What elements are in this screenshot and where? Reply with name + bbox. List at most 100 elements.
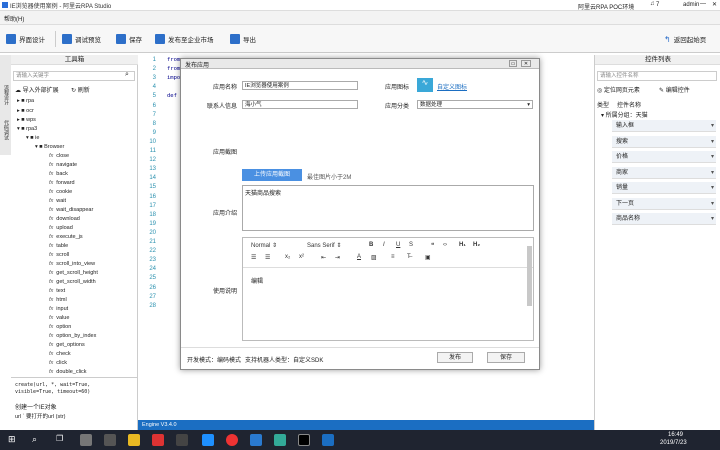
function-item[interactable]: fx get_scroll_height <box>49 270 98 276</box>
indent-icon[interactable]: ⇥ <box>335 254 340 261</box>
minimize-icon[interactable]: ▭ <box>509 60 517 67</box>
function-item[interactable]: fx execute_js <box>49 234 83 240</box>
app-icon[interactable] <box>104 434 116 446</box>
control-search-input[interactable]: 请输入控件名称 <box>597 71 717 81</box>
function-item[interactable]: fx close <box>49 153 69 159</box>
folder-icon[interactable] <box>128 434 140 446</box>
windows-start-icon[interactable]: ⊞ <box>8 434 16 445</box>
ordered-list-icon[interactable]: ☰ <box>251 254 256 261</box>
heading2-icon[interactable]: H₂ <box>473 242 480 248</box>
function-item[interactable]: fx download <box>49 216 80 222</box>
control-item[interactable]: 商品名称 <box>612 213 716 225</box>
rpa-studio-icon[interactable] <box>322 434 334 446</box>
category-select[interactable]: 数据处理 ▾ <box>417 100 533 109</box>
custom-icon-link[interactable]: 自定义图标 <box>437 82 467 91</box>
app-icon-preview[interactable]: ∿ <box>417 78 433 92</box>
intro-textarea[interactable]: 天猫商品搜索 <box>242 185 534 231</box>
minimize-icon[interactable]: — <box>700 1 706 7</box>
debug-preview-button[interactable]: 调试预览 <box>62 31 101 47</box>
function-item[interactable]: fx back <box>49 171 68 177</box>
quote-icon[interactable]: ❝ <box>431 242 434 249</box>
tree-ie[interactable]: ▾ ■ ie <box>26 135 39 141</box>
app-icon[interactable] <box>152 434 164 446</box>
task-view-icon[interactable]: ❐ <box>56 434 63 443</box>
font-select[interactable]: Sans Serif ⇕ <box>307 242 341 249</box>
app-icon[interactable] <box>80 434 92 446</box>
function-item[interactable]: fx navigate <box>49 162 77 168</box>
function-item[interactable]: fx html <box>49 297 67 303</box>
publish-button[interactable]: 发布至企业市场 <box>155 31 214 47</box>
function-item[interactable]: fx click <box>49 360 67 366</box>
highlight-icon[interactable]: ▨ <box>371 254 377 261</box>
control-item[interactable]: 搜索 <box>612 135 716 148</box>
function-item[interactable]: fx wait <box>49 198 66 204</box>
save-button[interactable]: 保存 <box>116 31 142 47</box>
ie-icon[interactable] <box>202 434 214 446</box>
editor-scrollbar[interactable] <box>527 246 532 306</box>
format-select[interactable]: Normal ⇕ <box>251 242 277 249</box>
search-icon[interactable]: ⌕ <box>125 71 129 79</box>
save-button[interactable]: 保存 <box>487 352 525 363</box>
font-color-icon[interactable]: A <box>357 254 361 260</box>
function-item[interactable]: fx forward <box>49 180 75 186</box>
group-label[interactable]: ▾ 所属分组：天猫 <box>601 110 648 119</box>
function-item[interactable]: fx option <box>49 324 71 330</box>
tree-browser[interactable]: ▾ ■ Browser <box>35 144 64 150</box>
clear-format-icon[interactable]: T̶ <box>407 254 411 260</box>
superscript-icon[interactable]: x² <box>299 254 304 260</box>
tab-flow-design[interactable]: 流程设计 <box>1 85 10 105</box>
function-item[interactable]: fx scroll_into_view <box>49 261 95 267</box>
bullet-list-icon[interactable]: ☰ <box>265 254 270 261</box>
chrome-icon[interactable] <box>226 434 238 446</box>
underline-icon[interactable]: U <box>396 242 400 248</box>
heading1-icon[interactable]: H₁ <box>459 242 466 248</box>
contact-input[interactable]: 海小气 <box>242 100 358 109</box>
tree-ocr[interactable]: ▸ ■ ocr <box>17 108 34 114</box>
code-icon[interactable]: ‹› <box>443 242 447 248</box>
outdent-icon[interactable]: ⇤ <box>321 254 326 261</box>
locate-element-button[interactable]: ◎ 定位网页元素 <box>597 85 640 94</box>
function-item[interactable]: fx cookie <box>49 189 72 195</box>
publish-button[interactable]: 发布 <box>437 352 473 363</box>
import-extension-button[interactable]: ☁ 导入外部扩展 <box>15 85 59 94</box>
close-icon[interactable]: ✕ <box>712 1 717 8</box>
function-item[interactable]: fx input <box>49 306 68 312</box>
control-item[interactable]: 商家 <box>612 166 716 179</box>
function-item[interactable]: fx scroll <box>49 252 69 258</box>
env-label[interactable]: 阿里云RPA POC环境 <box>578 2 634 11</box>
function-item[interactable]: fx table <box>49 243 68 249</box>
function-item[interactable]: fx option_by_index <box>49 333 96 339</box>
close-icon[interactable]: ✕ <box>521 60 531 67</box>
bold-icon[interactable]: B <box>369 242 373 248</box>
clock-time[interactable]: 16:49 <box>668 432 683 438</box>
function-item[interactable]: fx value <box>49 315 69 321</box>
design-button[interactable]: 界面设计 <box>6 31 45 47</box>
back-home-button[interactable]: ↰ 返回起始页 <box>664 31 706 47</box>
strike-icon[interactable]: S <box>409 242 413 248</box>
app-icon[interactable] <box>176 434 188 446</box>
align-icon[interactable]: ≡ <box>391 254 395 260</box>
italic-icon[interactable]: I <box>383 242 385 248</box>
function-item[interactable]: fx double_click <box>49 369 87 375</box>
refresh-button[interactable]: ↻ 刷新 <box>71 85 90 94</box>
bell-icon[interactable]: ♫ <box>650 1 655 7</box>
control-item[interactable]: 下一页 <box>612 197 716 210</box>
tab-code-debug[interactable]: 代码调试 <box>1 120 10 140</box>
edit-control-button[interactable]: ✎ 编辑控件 <box>659 85 690 94</box>
control-item[interactable]: 销量 <box>612 182 716 194</box>
function-item[interactable]: fx wait_disappear <box>49 207 93 213</box>
function-item[interactable]: fx check <box>49 351 71 357</box>
menu-help[interactable]: 帮助(H) <box>4 14 24 23</box>
vscode-icon[interactable] <box>250 434 262 446</box>
control-item[interactable]: 价格 <box>612 151 716 163</box>
usage-text[interactable]: 编辑 <box>251 276 263 285</box>
upload-screenshot-button[interactable]: 上传应用截图 <box>242 169 302 181</box>
tree-wps[interactable]: ▸ ■ wps <box>17 117 36 123</box>
function-item[interactable]: fx get_options <box>49 342 85 348</box>
function-item[interactable]: fx text <box>49 288 65 294</box>
tree-rpa[interactable]: ▸ ■ rpa <box>17 98 34 104</box>
app-name-input[interactable]: IE浏览器使用案例 <box>242 81 358 90</box>
control-item[interactable]: 输入框 <box>612 120 716 132</box>
search-icon[interactable]: ⌕ <box>32 434 37 445</box>
app-icon[interactable] <box>274 434 286 446</box>
